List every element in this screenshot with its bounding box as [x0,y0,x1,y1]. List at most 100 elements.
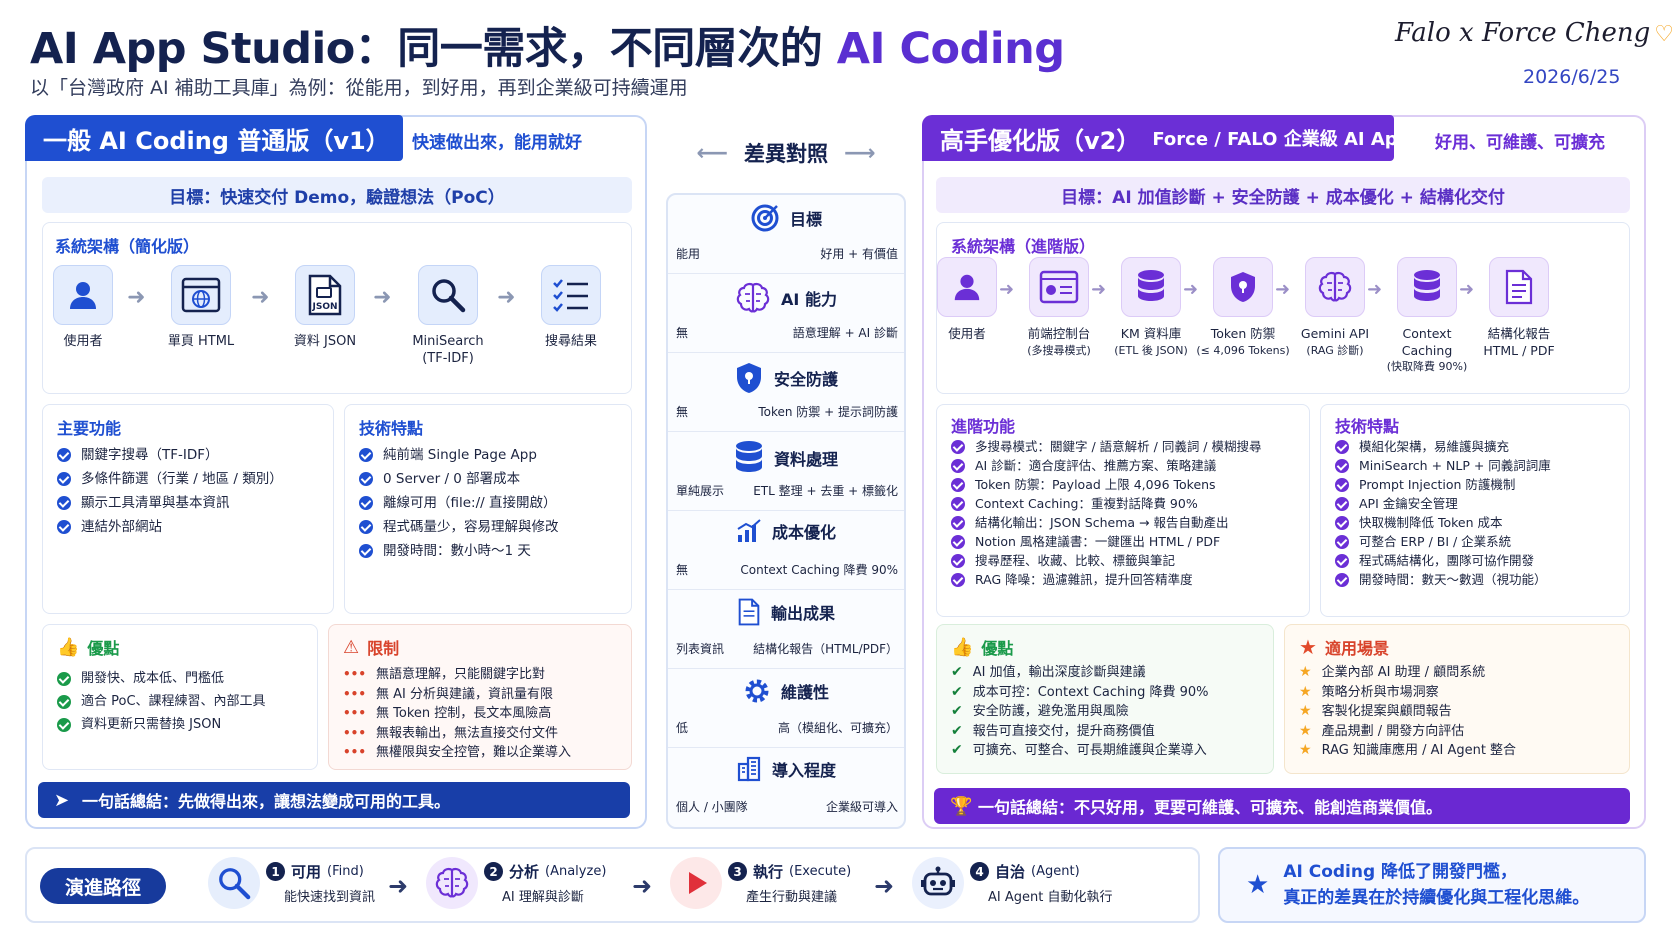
list-item: 純前端 Single Page App [359,443,559,467]
check-circle-icon [359,520,373,534]
v1-architecture: 系統架構（簡化版） 使用者 ➜ 單頁 HTML ➜ JSON 資料 JSON ➜… [42,222,632,394]
svg-text:JSON: JSON [311,302,337,312]
step-number: 1 [266,862,285,881]
check-circle-icon [359,496,373,510]
check-circle-icon [951,439,965,454]
arch-node-results: 搜尋結果 [511,265,631,351]
list-item: ★ 客製化提案與顧問報告 [1299,702,1516,722]
list-item: 開發快、成本低、門檻低 [57,667,266,690]
document-icon [737,598,771,626]
v1-pros: 👍 優點 開發快、成本低、門檻低 適合 PoC、課程練習、內部工具 資料更新只需替換 … [42,624,318,770]
list-item: 程式碼量少，容易理解與修改 [359,515,559,539]
arch-node: 使用者 [915,257,1019,343]
dots-icon: ••• [343,745,367,759]
step-number: 3 [728,862,747,881]
user-icon [53,265,113,325]
check-circle-icon [57,694,71,709]
target-icon [750,203,790,233]
list-item: ✔ 安全防護，避免濫用與風險 [951,702,1209,722]
arch-node: 前端控制台 (多搜尋模式) [1007,257,1111,359]
list-item: RAG 降噪：過濾雜訊，提升回答精準度 [951,570,1261,589]
v1-tagline: 快速做出來，能用就好 [412,133,582,153]
list-item: 開發時間：數小時～1 天 [359,539,559,563]
page-title: AI App Studio：同一需求，不同層次的 AI Coding [30,24,1065,74]
v2-scenarios: ★ 適用場景 ★ 企業內部 AI 助理 / 顧問系統 ★ 策略分析與市場洞察 ★ 客製化提案… [1284,624,1630,774]
check-circle-icon [359,472,373,486]
comparison-row: 資料處理 單純展示 ETL 整理 + 去重 + 標籤化 [668,432,904,511]
check-circle-icon [951,515,965,530]
list-item: 連結外部網站 [57,515,283,539]
v2-pros: 👍 優點 ✔ AI 加值，輸出深度診斷與建議 ✔ 成本可控：Context Cachin… [936,624,1274,774]
check-circle-icon [1335,496,1349,511]
list-item: 0 Server / 0 部署成本 [359,467,559,491]
brain-icon [1305,257,1365,317]
comparison-row-title: 資料處理 [773,450,838,469]
list-item: 結構化輸出：JSON Schema → 報告自動產出 [951,513,1261,532]
list-item: ••• 無 AI 分析與建議，資訊量有限 [343,685,571,705]
list-item: 離線可用（file:// 直接開啟） [359,491,559,515]
list-item: 適合 PoC、課程練習、內部工具 [57,690,266,713]
dots-icon: ••• [343,706,367,720]
arrow-icon: ➜ [632,872,653,900]
chart-icon [736,519,772,543]
thumbs-up-icon: 👍 [57,636,80,658]
v2-tech-title: 技術特點 [1335,417,1400,436]
heart-icon: ♡ [1654,22,1672,47]
comparison-v2-value: Token 防禦 + 提示詞防護 [758,405,898,419]
checklist-icon [541,265,601,325]
v1-tab: 一般 AI Coding 普通版（v1） [25,115,403,161]
play-icon [670,857,722,909]
list-item: ✔ 報告可直接交付，提升商務價值 [951,722,1209,742]
user-icon [937,257,997,317]
comparison-v1-value: 個人 / 小團隊 [676,800,748,814]
list-item: ••• 無 Token 控制，長文本風險高 [343,704,571,724]
v1-summary: ➤ 一句話總結：先做得出來，讓想法變成可用的工具。 [38,782,630,818]
v1-pros-list: 開發快、成本低、門檻低 適合 PoC、課程練習、內部工具 資料更新只需替換 JSON [57,667,266,736]
check-icon: ✔ [951,683,963,700]
list-item: Token 防禦：Payload 上限 4,096 Tokens [951,475,1261,494]
comparison-header: ⟵ 差異對照 ⟶ [696,140,876,167]
comparison-v2-value: 企業級可導入 [825,800,898,814]
star-icon: ★ [1299,635,1317,659]
v2-tagline: 好用、可維護、可擴充 [1435,133,1605,153]
star-icon: ★ [1246,870,1270,900]
v1-goal: 目標：快速交付 Demo，驗證想法（PoC） [42,177,632,213]
check-circle-icon [1335,572,1349,587]
comparison-row-title: 維護性 [780,683,829,702]
report-icon [1489,257,1549,317]
v1-cons-title: 限制 [367,639,400,658]
check-circle-icon [57,520,71,534]
v1-features-title: 主要功能 [57,419,122,438]
comparison-row-title: 目標 [789,210,822,229]
check-icon: ✔ [951,722,963,739]
arch-node: 結構化報告 HTML / PDF [1467,257,1571,359]
check-circle-icon [951,553,965,568]
v1-features-list: 關鍵字搜尋（TF-IDF） 多條件篩選（行業 / 地區 / 類別） 顯示工具清單與基… [57,443,283,539]
paper-plane-icon: ➤ [54,789,70,811]
check-circle-icon [57,671,71,686]
comparison-table: 目標 能用 好用 + 有價值 AI 能力無語意理解 + AI 診斷 安全防護無 Token… [666,193,906,829]
comparison-row-title: AI 能力 [781,290,837,309]
list-item: ✔ 可擴充、可整合、可長期維護與企業導入 [951,741,1209,761]
v2-architecture: 系統架構（進階版） 使用者 ➜ 前端控制台 (多搜尋模式) ➜ KM 資料庫 (ETL 後 … [936,222,1630,394]
list-item: MiniSearch + NLP + 同義詞詞庫 [1335,456,1551,475]
list-item: ••• 無權限與安全控管，難以企業導入 [343,743,571,763]
comparison-v1-value: 單純展示 [676,484,725,498]
v2-tech-list: 模組化架構，易維護與擴充 MiniSearch + NLP + 同義詞詞庫 Prom… [1335,437,1551,589]
list-item: ★ 策略分析與市場洞察 [1299,683,1516,703]
list-item: 程式碼結構化，團隊可協作開發 [1335,551,1551,570]
list-item: 模組化架構，易維護與擴充 [1335,437,1551,456]
list-item: Prompt Injection 防護機制 [1335,475,1551,494]
list-item: 多條件篩選（行業 / 地區 / 類別） [57,467,283,491]
check-circle-icon [57,472,71,486]
check-circle-icon [1335,477,1349,492]
v1-pros-title: 優點 [87,639,120,658]
v1-cons-list: ••• 無語意理解，只能關鍵字比對 ••• 無 AI 分析與建議，資訊量有限 ••• 無 … [343,665,571,763]
v2-arch-title: 系統架構（進階版） [951,237,1096,256]
check-circle-icon [359,544,373,558]
json-file-icon: JSON [295,265,355,325]
comparison-v1-value: 能用 [676,247,701,261]
v2-goal: 目標：AI 加值診斷 + 安全防護 + 成本優化 + 結構化交付 [936,177,1630,213]
arch-node: Gemini API (RAG 診斷) [1283,257,1387,359]
check-circle-icon [951,477,965,492]
